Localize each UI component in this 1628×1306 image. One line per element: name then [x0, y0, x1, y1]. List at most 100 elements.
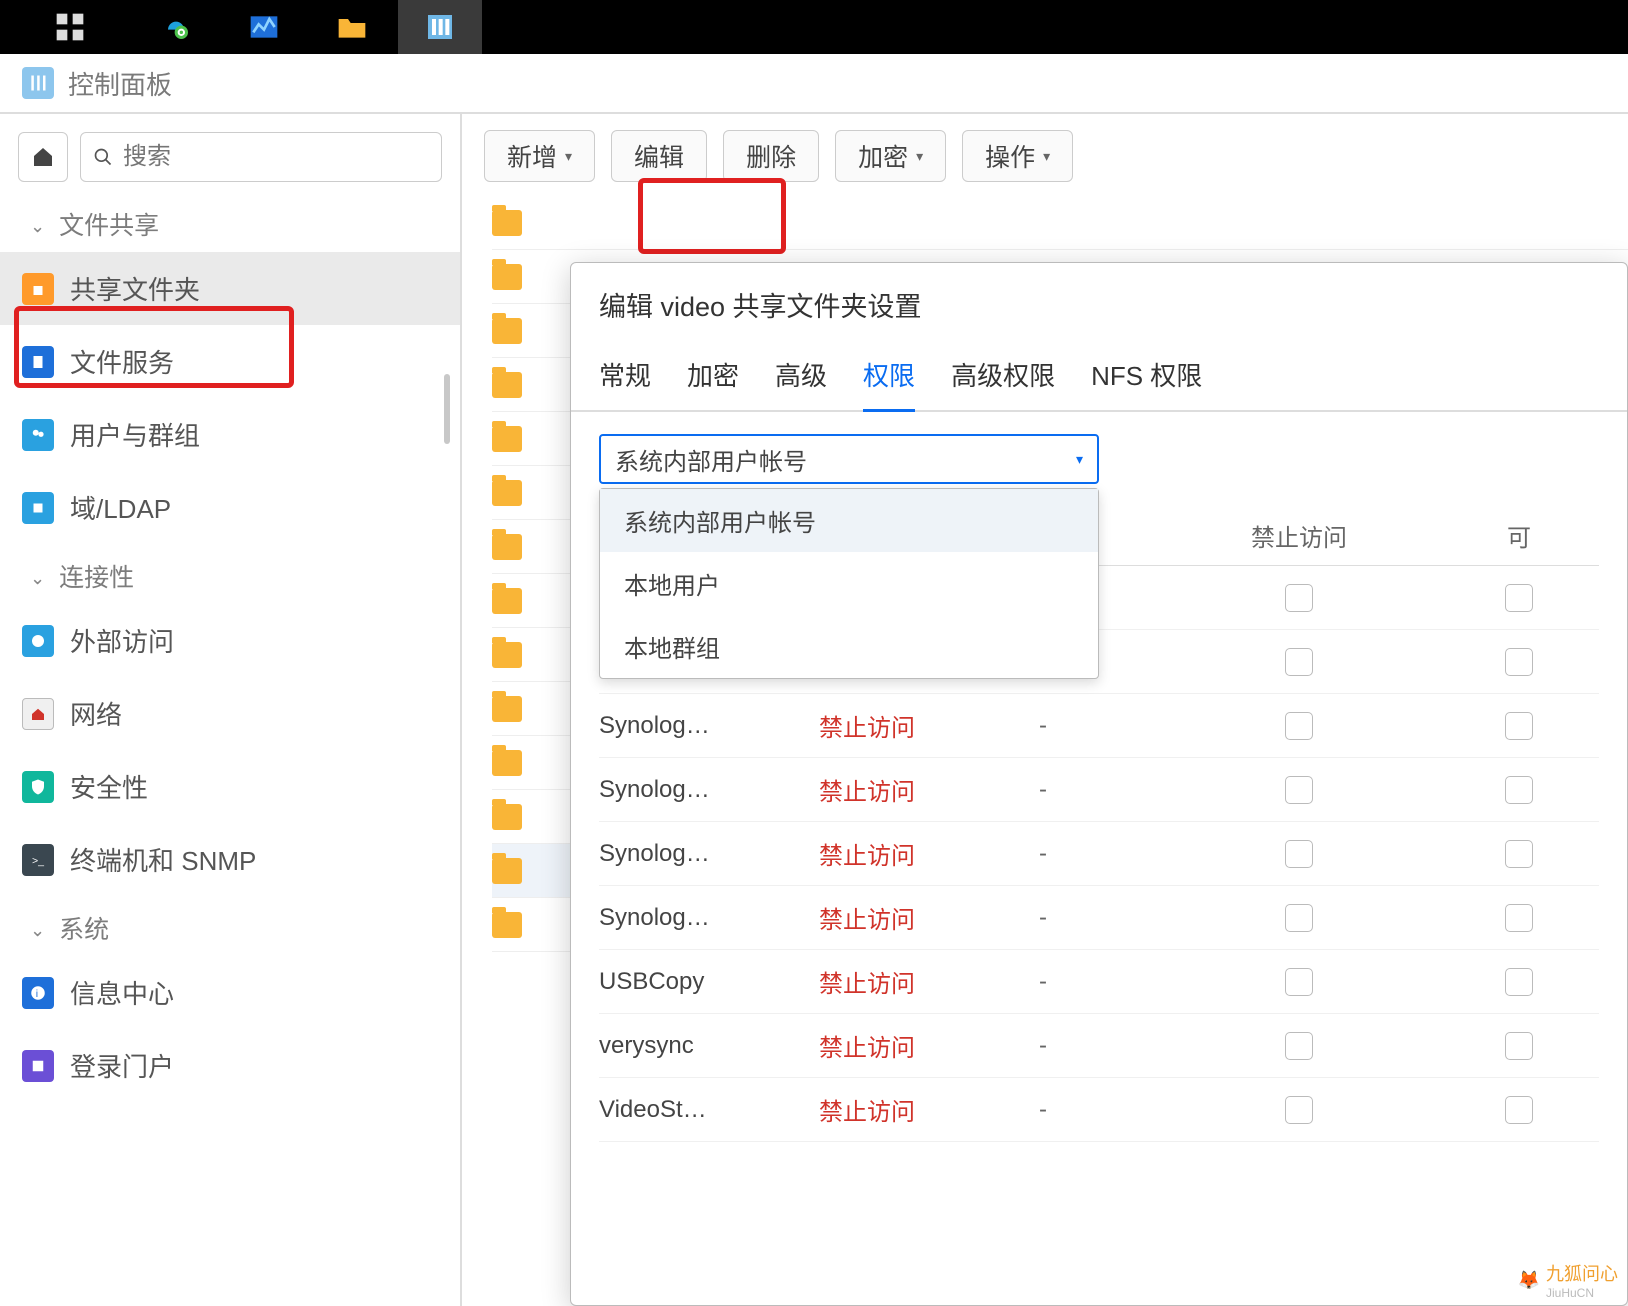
taskbar-control-panel[interactable] — [398, 0, 482, 54]
ro-checkbox[interactable] — [1505, 648, 1533, 676]
chevron-up-icon: ⌃ — [30, 566, 45, 587]
file-services-icon — [22, 346, 54, 378]
terminal-icon: >_ — [22, 844, 54, 876]
deny-checkbox[interactable] — [1285, 840, 1313, 868]
search-field[interactable] — [80, 132, 442, 182]
action-button[interactable]: 操作▾ — [962, 130, 1073, 182]
sidebar-item-label: 共享文件夹 — [70, 270, 200, 307]
sidebar-item-external-access[interactable]: 外部访问 — [0, 604, 460, 677]
portal-icon — [22, 1050, 54, 1082]
user-type-select[interactable]: 系统内部用户帐号 ▾ — [599, 434, 1099, 484]
taskbar-files[interactable] — [310, 0, 394, 54]
taskbar-sync[interactable] — [134, 0, 218, 54]
ro-checkbox[interactable] — [1505, 840, 1533, 868]
caret-down-icon: ▾ — [565, 148, 572, 165]
ro-checkbox[interactable] — [1505, 776, 1533, 804]
deny-checkbox[interactable] — [1285, 904, 1313, 932]
select-value: 系统内部用户帐号 — [615, 442, 807, 477]
sidebar-group-label: 连接性 — [59, 558, 134, 594]
sidebar-item-domain-ldap[interactable]: 域/LDAP — [0, 471, 460, 544]
folder-icon — [492, 318, 522, 344]
dropdown-option-internal[interactable]: 系统内部用户帐号 — [600, 489, 1098, 552]
chevron-up-icon: ⌃ — [30, 214, 45, 235]
home-button[interactable] — [18, 132, 68, 182]
sidebar-item-file-services[interactable]: 文件服务 — [0, 325, 460, 398]
col-deny: 禁止访问 — [1189, 518, 1409, 553]
tab-encrypt[interactable]: 加密 — [687, 342, 739, 410]
tab-advanced[interactable]: 高级 — [775, 342, 827, 410]
taskbar-monitor[interactable] — [222, 0, 306, 54]
scrollbar[interactable] — [444, 374, 450, 444]
edit-button[interactable]: 编辑 — [611, 130, 707, 182]
tab-nfs-permissions[interactable]: NFS 权限 — [1091, 342, 1202, 410]
ro-checkbox[interactable] — [1505, 584, 1533, 612]
home-icon — [31, 145, 55, 169]
table-row: VideoSt…禁止访问- — [599, 1078, 1599, 1142]
sidebar-group-file-sharing[interactable]: ⌃ 文件共享 — [0, 192, 460, 252]
dropdown-option-local-group[interactable]: 本地群组 — [600, 615, 1098, 678]
folder-icon — [492, 804, 522, 830]
sidebar-group-connectivity[interactable]: ⌃ 连接性 — [0, 544, 460, 604]
folder-icon — [492, 264, 522, 290]
table-row: verysync禁止访问- — [599, 1014, 1599, 1078]
folder-icon — [492, 372, 522, 398]
folder-icon — [492, 750, 522, 776]
table-row: Synolog…禁止访问- — [599, 822, 1599, 886]
sidebar-group-label: 文件共享 — [59, 206, 159, 242]
sidebar-item-login-portal[interactable]: 登录门户 — [0, 1029, 460, 1102]
sidebar-item-label: 域/LDAP — [70, 489, 171, 526]
tab-general[interactable]: 常规 — [599, 342, 651, 410]
deny-checkbox[interactable] — [1285, 1096, 1313, 1124]
search-input[interactable] — [123, 143, 429, 171]
watermark: 🦊 九狐问心 JiuHuCN — [1518, 1260, 1618, 1300]
caret-down-icon: ▾ — [1043, 148, 1050, 165]
sidebar-item-label: 外部访问 — [70, 622, 174, 659]
ro-checkbox[interactable] — [1505, 1032, 1533, 1060]
taskbar — [0, 0, 1628, 54]
deny-checkbox[interactable] — [1285, 584, 1313, 612]
external-access-icon — [22, 625, 54, 657]
svg-text:>_: >_ — [32, 854, 44, 866]
deny-checkbox[interactable] — [1285, 968, 1313, 996]
folder-icon — [492, 426, 522, 452]
encrypt-button[interactable]: 加密▾ — [835, 130, 946, 182]
search-icon — [93, 146, 113, 168]
dropdown-option-local-user[interactable]: 本地用户 — [600, 552, 1098, 615]
deny-checkbox[interactable] — [1285, 1032, 1313, 1060]
folder-icon — [22, 273, 54, 305]
add-button[interactable]: 新增▾ — [484, 130, 595, 182]
sidebar-group-system[interactable]: ⌃ 系统 — [0, 896, 460, 956]
content-toolbar: 新增▾ 编辑 删除 加密▾ 操作▾ — [462, 130, 1628, 196]
edit-shared-folder-modal: 编辑 video 共享文件夹设置 常规 加密 高级 权限 高级权限 NFS 权限… — [570, 262, 1628, 1306]
sidebar-item-users-groups[interactable]: 用户与群组 — [0, 398, 460, 471]
ro-checkbox[interactable] — [1505, 1096, 1533, 1124]
sidebar-item-terminal-snmp[interactable]: >_ 终端机和 SNMP — [0, 823, 460, 896]
caret-down-icon: ▾ — [916, 148, 923, 165]
tab-permissions[interactable]: 权限 — [863, 342, 915, 412]
ro-checkbox[interactable] — [1505, 712, 1533, 740]
delete-button[interactable]: 删除 — [723, 130, 819, 182]
sidebar-item-label: 网络 — [70, 695, 122, 732]
deny-checkbox[interactable] — [1285, 712, 1313, 740]
sidebar-item-label: 信息中心 — [70, 974, 174, 1011]
ldap-icon — [22, 492, 54, 524]
deny-checkbox[interactable] — [1285, 648, 1313, 676]
ro-checkbox[interactable] — [1505, 968, 1533, 996]
taskbar-apps[interactable] — [10, 0, 130, 54]
window-header: 控制面板 — [0, 54, 1628, 114]
sidebar-item-security[interactable]: 安全性 — [0, 750, 460, 823]
folder-icon — [492, 642, 522, 668]
sidebar-item-info-center[interactable]: i 信息中心 — [0, 956, 460, 1029]
folder-icon — [492, 696, 522, 722]
control-panel-icon — [22, 67, 54, 99]
fox-icon: 🦊 — [1518, 1270, 1540, 1291]
ro-checkbox[interactable] — [1505, 904, 1533, 932]
user-type-dropdown: 系统内部用户帐号 本地用户 本地群组 — [599, 488, 1099, 679]
sidebar-item-network[interactable]: 网络 — [0, 677, 460, 750]
sidebar-item-shared-folder[interactable]: 共享文件夹 — [0, 252, 460, 325]
folder-icon — [492, 210, 522, 236]
tab-advanced-permissions[interactable]: 高级权限 — [951, 342, 1055, 410]
deny-checkbox[interactable] — [1285, 776, 1313, 804]
table-row: Synolog…禁止访问- — [599, 694, 1599, 758]
folder-row[interactable] — [492, 196, 1628, 250]
